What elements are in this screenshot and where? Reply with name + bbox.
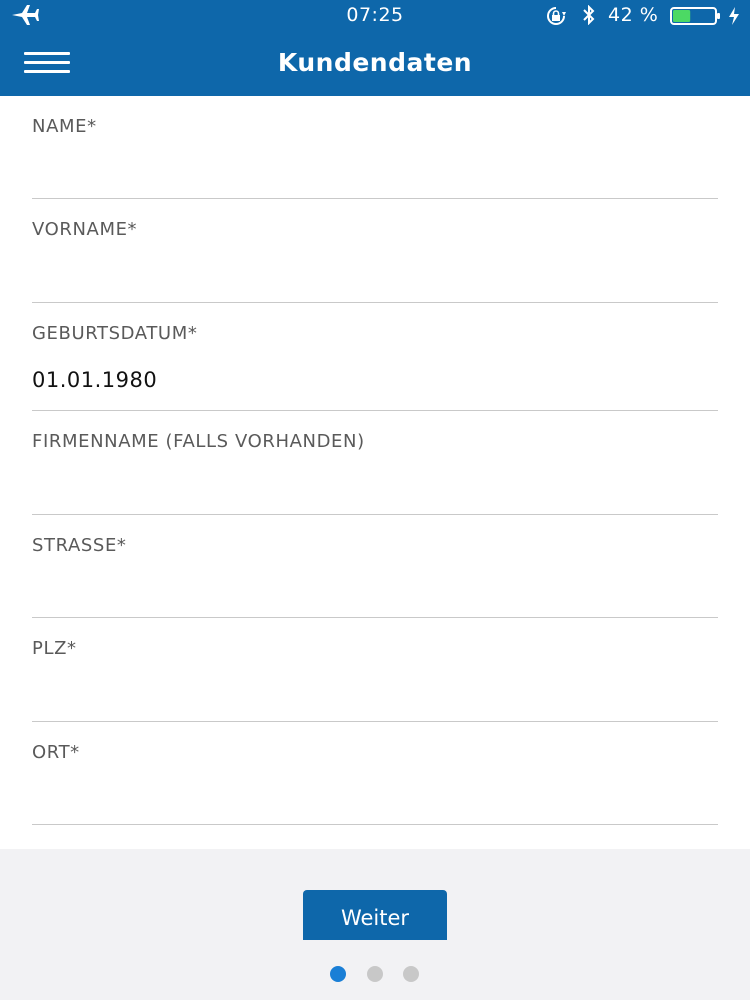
page-title: Kundendaten [277,48,473,77]
charging-bolt-icon [729,7,739,25]
battery-percent: 42 % [608,4,659,26]
field-firmenname: FIRMENNAME (FALLS VORHANDEN) [32,411,718,515]
bluetooth-icon [583,5,595,25]
field-vorname: VORNAME* [32,199,718,303]
field-ort: ORT* [32,722,718,825]
field-plz: PLZ* [32,618,718,722]
next-button[interactable]: Weiter [303,890,447,940]
field-name: NAME* [32,96,718,199]
field-strasse: STRASSE* [32,515,718,618]
navigation-bar: Kundendaten [0,30,750,96]
rotation-lock-icon [547,7,566,25]
field-geburtsdatum: GEBURTSDATUM* [32,303,718,411]
status-bar: 07:25 42 % [0,0,750,30]
name-input[interactable] [32,158,718,192]
field-label: VORNAME* [32,219,138,240]
field-label: PLZ* [32,638,77,659]
field-label: ORT* [32,742,80,763]
strasse-input[interactable] [32,577,718,611]
battery-icon [670,7,720,25]
firmenname-input[interactable] [32,473,718,507]
field-label: FIRMENNAME (FALLS VORHANDEN) [32,431,365,452]
field-label: STRASSE* [32,535,127,556]
page-dot-2[interactable] [367,966,383,982]
plz-input[interactable] [32,680,718,714]
page-dot-1[interactable] [330,966,346,982]
form-footer: Weiter [0,849,750,1000]
vorname-input[interactable] [32,261,718,295]
page-indicator [330,966,422,982]
field-label: GEBURTSDATUM* [32,323,198,344]
field-label: NAME* [32,116,97,137]
geburtsdatum-input[interactable] [32,363,718,397]
page-dot-3[interactable] [403,966,419,982]
ort-input[interactable] [32,784,718,818]
